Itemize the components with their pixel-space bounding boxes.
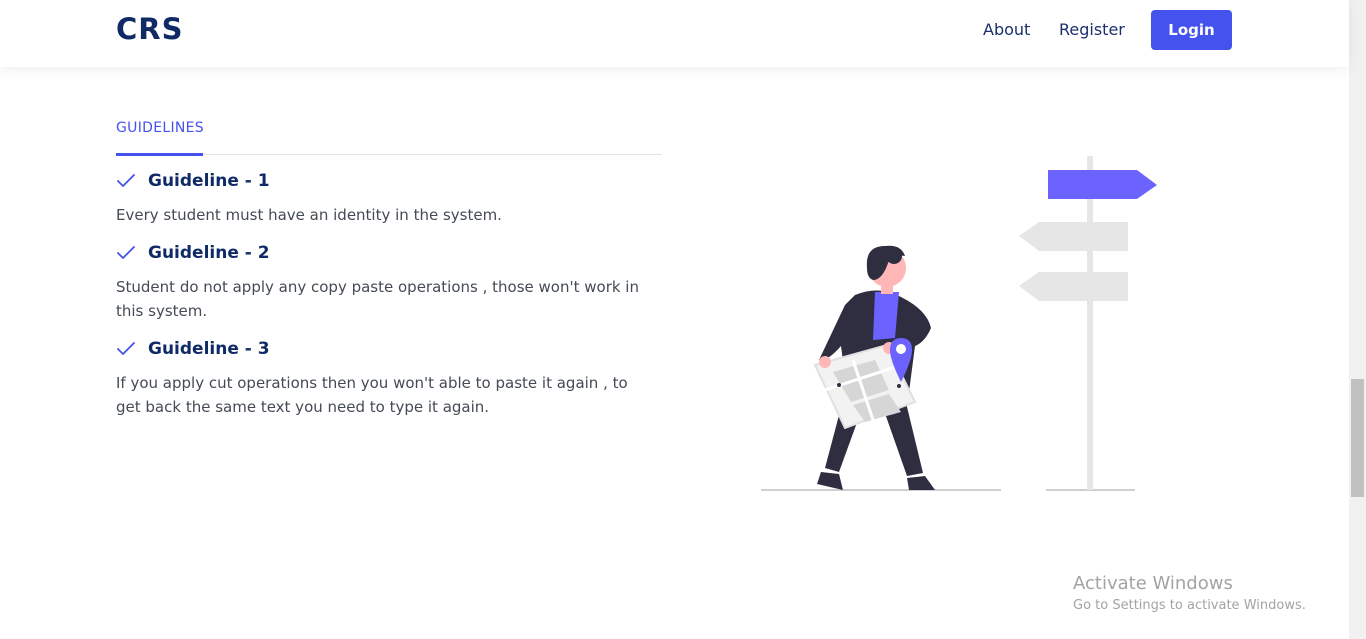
guideline-2-heading: Guideline - 2 [116, 243, 270, 263]
guideline-1-title: Guideline - 1 [148, 171, 270, 191]
login-button[interactable]: Login [1151, 10, 1232, 50]
nav-about-link[interactable]: About [983, 20, 1030, 39]
guideline-3-title: Guideline - 3 [148, 339, 270, 359]
guideline-3-heading: Guideline - 3 [116, 339, 270, 359]
nav-register-link[interactable]: Register [1059, 20, 1125, 39]
guideline-1-text: Every student must have an identity in t… [116, 206, 502, 224]
sign-arrow-left [1019, 222, 1128, 251]
sign-arrow-left [1019, 272, 1128, 301]
brand-logo[interactable]: CRS [116, 12, 184, 46]
checkmark-icon [117, 246, 135, 259]
sign-arrow-right [1048, 170, 1157, 199]
tab-guidelines[interactable]: GUIDELINES [116, 120, 204, 136]
checkmark-icon [117, 342, 135, 355]
guideline-2-title: Guideline - 2 [148, 243, 270, 263]
signpost-pole [1087, 156, 1093, 490]
scrollbar-track[interactable] [1349, 0, 1366, 639]
tab-active-indicator [116, 153, 203, 156]
guideline-3-text: If you apply cut operations then you won… [116, 374, 628, 416]
guideline-2-text: Student do not apply any copy paste oper… [116, 278, 639, 320]
page: CRS About Register Login GUIDELINES Guid… [0, 0, 1366, 639]
scrollbar-thumb[interactable] [1351, 379, 1364, 497]
signpost-illustration [761, 156, 1157, 491]
windows-activation-subtitle: Go to Settings to activate Windows. [1073, 598, 1306, 613]
top-navbar: CRS About Register Login [0, 0, 1349, 67]
checkmark-icon [117, 174, 135, 187]
windows-activation-title: Activate Windows [1073, 573, 1233, 594]
guideline-1-heading: Guideline - 1 [116, 171, 270, 191]
